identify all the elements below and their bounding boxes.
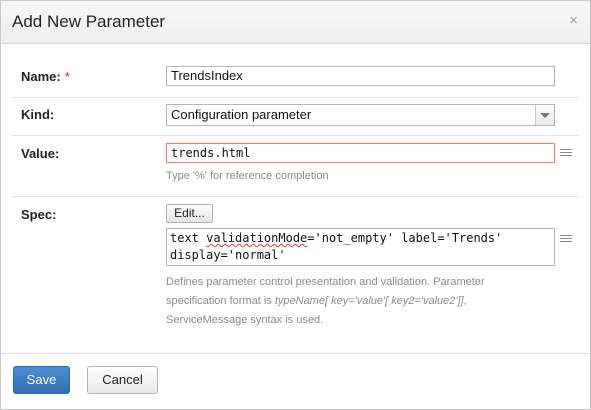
spec-hint: Defines parameter control presentation a… (166, 273, 556, 330)
list-icon[interactable] (560, 149, 572, 158)
divider (12, 135, 579, 136)
spec-hint-line3: ServiceMessage syntax is used. (166, 314, 324, 326)
kind-select-value: Configuration parameter (171, 107, 312, 122)
spec-hint-line2: specification format is typeName[ key='v… (166, 292, 556, 311)
spec-line1-suffix: ='not_empty' label='Trends' (307, 231, 503, 245)
spec-line1-prefix: text (170, 231, 207, 245)
spec-misspelled-word: validationMode (206, 231, 308, 245)
spec-hint-line1: Defines parameter control presentation a… (166, 276, 485, 288)
value-label: Value: (21, 146, 60, 161)
edit-spec-button[interactable]: Edit... (166, 204, 213, 223)
close-icon[interactable]: × (569, 13, 578, 29)
value-input[interactable]: trends.html (166, 143, 555, 163)
spec-hint-text: specification format is (166, 295, 275, 307)
list-icon[interactable] (560, 235, 572, 244)
name-input[interactable]: TrendsIndex (166, 66, 555, 86)
spec-line2: display='normal' (170, 248, 286, 262)
dialog-footer-divider (1, 353, 590, 354)
name-label: Name: * (21, 69, 70, 84)
spec-label: Spec: (21, 207, 57, 222)
chevron-down-icon[interactable] (535, 105, 554, 125)
kind-select[interactable]: Configuration parameter (166, 104, 555, 126)
name-label-text: Name: (21, 69, 61, 84)
required-mark: * (64, 69, 70, 84)
add-parameter-dialog: Add New Parameter × Name: * TrendsIndex K… (0, 0, 591, 410)
divider (12, 196, 579, 197)
value-hint: Type '%' for reference completion (166, 170, 329, 182)
spec-hint-comma: , (463, 295, 467, 307)
dialog-header: Add New Parameter × (1, 1, 590, 44)
divider (12, 97, 579, 98)
spec-textarea[interactable]: text validationMode='not_empty' label='T… (166, 228, 555, 266)
save-button[interactable]: Save (13, 366, 70, 394)
dialog-title: Add New Parameter (12, 12, 166, 31)
kind-label: Kind: (21, 107, 55, 122)
cancel-button[interactable]: Cancel (87, 366, 158, 394)
spec-format: typeName[ key='value'[ key2='value2']] (274, 295, 464, 307)
